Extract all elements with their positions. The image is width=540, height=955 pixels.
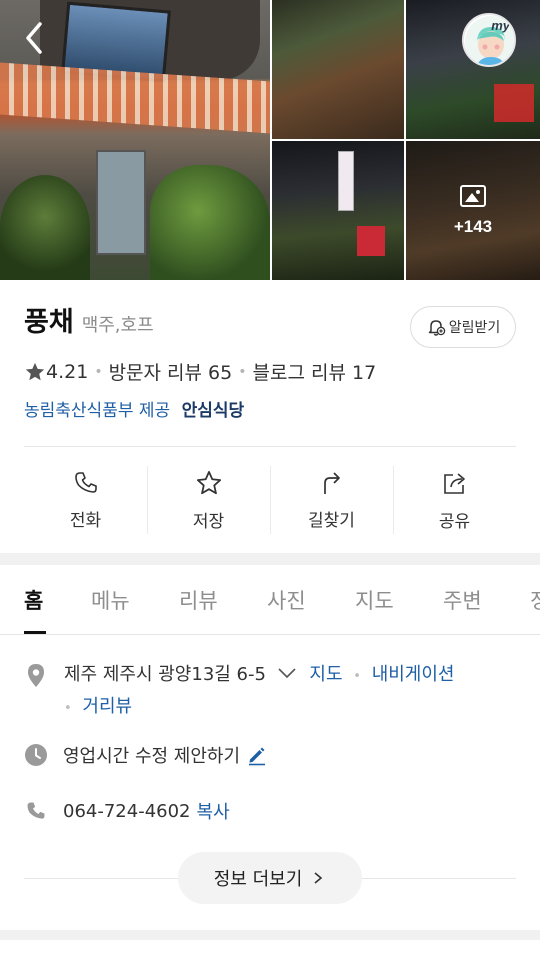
pencil-icon[interactable] bbox=[246, 744, 268, 766]
chevron-down-icon[interactable] bbox=[276, 666, 298, 680]
share-label: 공유 bbox=[438, 511, 471, 532]
photo-detail bbox=[357, 226, 385, 256]
tab-menu[interactable]: 메뉴 bbox=[91, 585, 130, 615]
separator-dot: • bbox=[64, 701, 72, 716]
my-avatar[interactable]: my bbox=[462, 13, 516, 67]
photo-detail bbox=[338, 151, 354, 211]
address-row: 제주 제주시 광양13길 6-5 지도 • 내비게이션 • 거리뷰 bbox=[24, 660, 524, 724]
save-button[interactable]: 저장 bbox=[147, 462, 270, 538]
photo-door bbox=[96, 150, 146, 255]
share-button[interactable]: 공유 bbox=[393, 462, 516, 538]
place-category: 맥주,호프 bbox=[81, 315, 154, 336]
divider bbox=[24, 446, 516, 447]
navigation-link[interactable]: 내비게이션 bbox=[372, 664, 455, 685]
photo-detail bbox=[494, 84, 534, 122]
address-line-2: • 거리뷰 bbox=[64, 692, 524, 724]
tab-reviews[interactable]: 리뷰 bbox=[179, 585, 218, 615]
street-view-link[interactable]: 거리뷰 bbox=[82, 696, 132, 717]
clock-icon bbox=[25, 744, 47, 766]
hours-suggest-text[interactable]: 영업시간 수정 제안하기 bbox=[63, 742, 240, 768]
phone-icon-wrap bbox=[24, 799, 48, 823]
action-bar: 전화 저장 길찾기 공유 bbox=[24, 462, 516, 538]
section-separator bbox=[0, 930, 540, 940]
back-button[interactable] bbox=[18, 18, 54, 58]
more-info-label: 정보 더보기 bbox=[213, 869, 303, 890]
gallery-icon bbox=[460, 184, 486, 207]
notification-button[interactable]: 알림받기 bbox=[410, 306, 516, 348]
separator-dot: • bbox=[353, 669, 361, 684]
phone-filled-icon bbox=[27, 802, 45, 819]
avatar-label: my bbox=[491, 18, 510, 33]
tab-info[interactable]: 정 bbox=[530, 585, 540, 615]
notification-label: 알림받기 bbox=[448, 320, 501, 336]
photo-thumb-3[interactable] bbox=[272, 141, 404, 280]
provider-text: 농림축산식품부 제공 bbox=[24, 401, 171, 421]
bell-plus-icon bbox=[428, 320, 445, 336]
separator-dot: • bbox=[94, 363, 103, 380]
active-tab-indicator bbox=[24, 631, 46, 634]
photo-plants-left bbox=[0, 175, 90, 280]
blog-reviews-link[interactable]: 블로그 리뷰 17 bbox=[253, 358, 377, 385]
tab-nearby[interactable]: 주변 bbox=[443, 585, 482, 615]
address-text: 제주 제주시 광양13길 6-5 bbox=[64, 664, 266, 685]
tab-home[interactable]: 홈 bbox=[24, 585, 43, 615]
rating-value: 4.21 bbox=[46, 360, 89, 383]
clock-icon-wrap bbox=[24, 743, 48, 767]
map-link[interactable]: 지도 bbox=[309, 664, 342, 685]
more-photos-overlay[interactable]: +143 bbox=[406, 141, 540, 280]
tab-map[interactable]: 지도 bbox=[355, 585, 394, 615]
save-label: 저장 bbox=[192, 511, 225, 532]
phone-number[interactable]: 064-724-4602 bbox=[63, 801, 191, 822]
safe-restaurant-badge: 안심식당 bbox=[181, 401, 245, 421]
call-label: 전화 bbox=[69, 510, 102, 531]
more-photos-count: +143 bbox=[453, 216, 493, 236]
directions-icon bbox=[323, 471, 340, 494]
tab-bar: 홈 메뉴 리뷰 사진 지도 주변 정 bbox=[0, 565, 540, 635]
hours-row: 영업시간 수정 제안하기 bbox=[24, 742, 268, 768]
star-icon bbox=[196, 470, 221, 494]
chevron-right-icon bbox=[314, 872, 323, 884]
provider-row: 농림축산식품부 제공 안심식당 bbox=[24, 396, 244, 421]
separator-dot: • bbox=[238, 363, 247, 380]
more-info-button[interactable]: 정보 더보기 bbox=[178, 852, 362, 904]
chevron-left-icon bbox=[26, 22, 42, 54]
star-filled-icon bbox=[25, 362, 45, 380]
share-icon bbox=[443, 472, 465, 494]
phone-row: 064-724-4602 복사 bbox=[24, 798, 230, 824]
photo-plants-right bbox=[150, 165, 270, 280]
tab-photos[interactable]: 사진 bbox=[267, 585, 306, 615]
address-line: 제주 제주시 광양13길 6-5 지도 • 내비게이션 bbox=[64, 660, 524, 692]
directions-button[interactable]: 길찾기 bbox=[270, 462, 393, 538]
photo-gallery[interactable]: +143 bbox=[0, 0, 540, 280]
rating-row: 4.21 • 방문자 리뷰 65 • 블로그 리뷰 17 bbox=[24, 358, 376, 385]
photo-thumb-1[interactable] bbox=[272, 0, 404, 139]
place-title: 풍채 bbox=[24, 307, 74, 338]
call-button[interactable]: 전화 bbox=[24, 462, 147, 538]
copy-button[interactable]: 복사 bbox=[197, 798, 230, 824]
phone-icon bbox=[74, 471, 97, 493]
section-separator bbox=[0, 553, 540, 565]
visitor-reviews-link[interactable]: 방문자 리뷰 65 bbox=[109, 358, 233, 385]
directions-label: 길찾기 bbox=[308, 510, 355, 531]
